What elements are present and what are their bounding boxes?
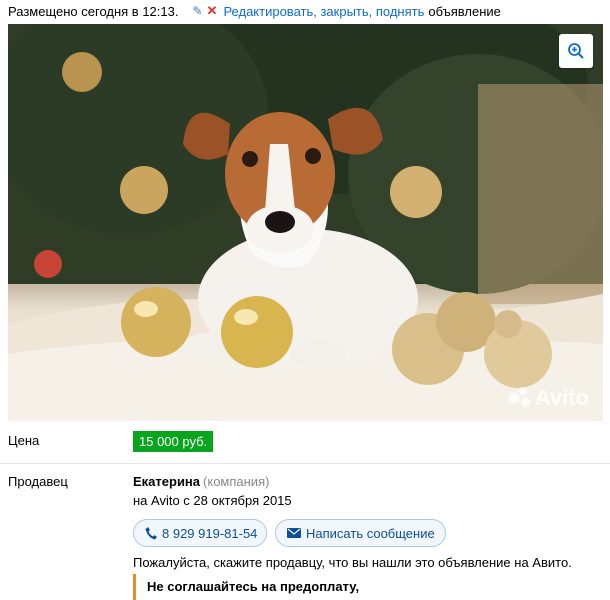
write-message-button[interactable]: Написать сообщение (275, 519, 446, 547)
zoom-button[interactable] (559, 34, 593, 68)
phone-icon (145, 526, 157, 540)
seller-label: Продавец (8, 474, 68, 489)
write-message-label: Написать сообщение (306, 525, 435, 541)
show-phone-button[interactable]: 8 929 919-81-54 (133, 519, 267, 547)
watermark-text: Avito (534, 385, 589, 410)
zoom-in-icon (568, 43, 584, 59)
ad-status-line: Размещено сегодня в 12:13. ✎ ✕ Редактиро… (8, 3, 501, 19)
seller-name[interactable]: Екатерина (133, 474, 200, 489)
mention-avito-note: Пожалуйста, скажите продавцу, что вы наш… (133, 555, 572, 570)
price-label: Цена (8, 433, 40, 448)
divider (0, 463, 610, 464)
envelope-icon (287, 528, 301, 538)
prepayment-warning: Не соглашайтесь на предоплату, (147, 579, 360, 594)
ad-photo[interactable]: Avito (8, 24, 603, 421)
pencil-icon[interactable]: ✎ (192, 4, 202, 18)
posted-time: Размещено сегодня в 12:13. (8, 3, 179, 19)
edit-ad-tail: объявление (428, 3, 501, 19)
avito-logo-icon (508, 387, 531, 409)
seller-since: на Avito с 28 октября 2015 (133, 493, 292, 508)
price-badge: 15 000 руб. (133, 431, 214, 452)
avito-watermark: Avito (508, 385, 589, 411)
seller-type: (компания) (203, 474, 270, 489)
edit-ad-link[interactable]: Редактировать, закрыть, поднять (223, 4, 424, 19)
close-icon[interactable]: ✕ (207, 3, 218, 19)
photo-illustration (8, 24, 603, 421)
warning-accent-bar (133, 574, 136, 600)
phone-number: 8 929 919-81-54 (162, 525, 258, 541)
seller-info: Екатерина (компания) (133, 474, 269, 489)
